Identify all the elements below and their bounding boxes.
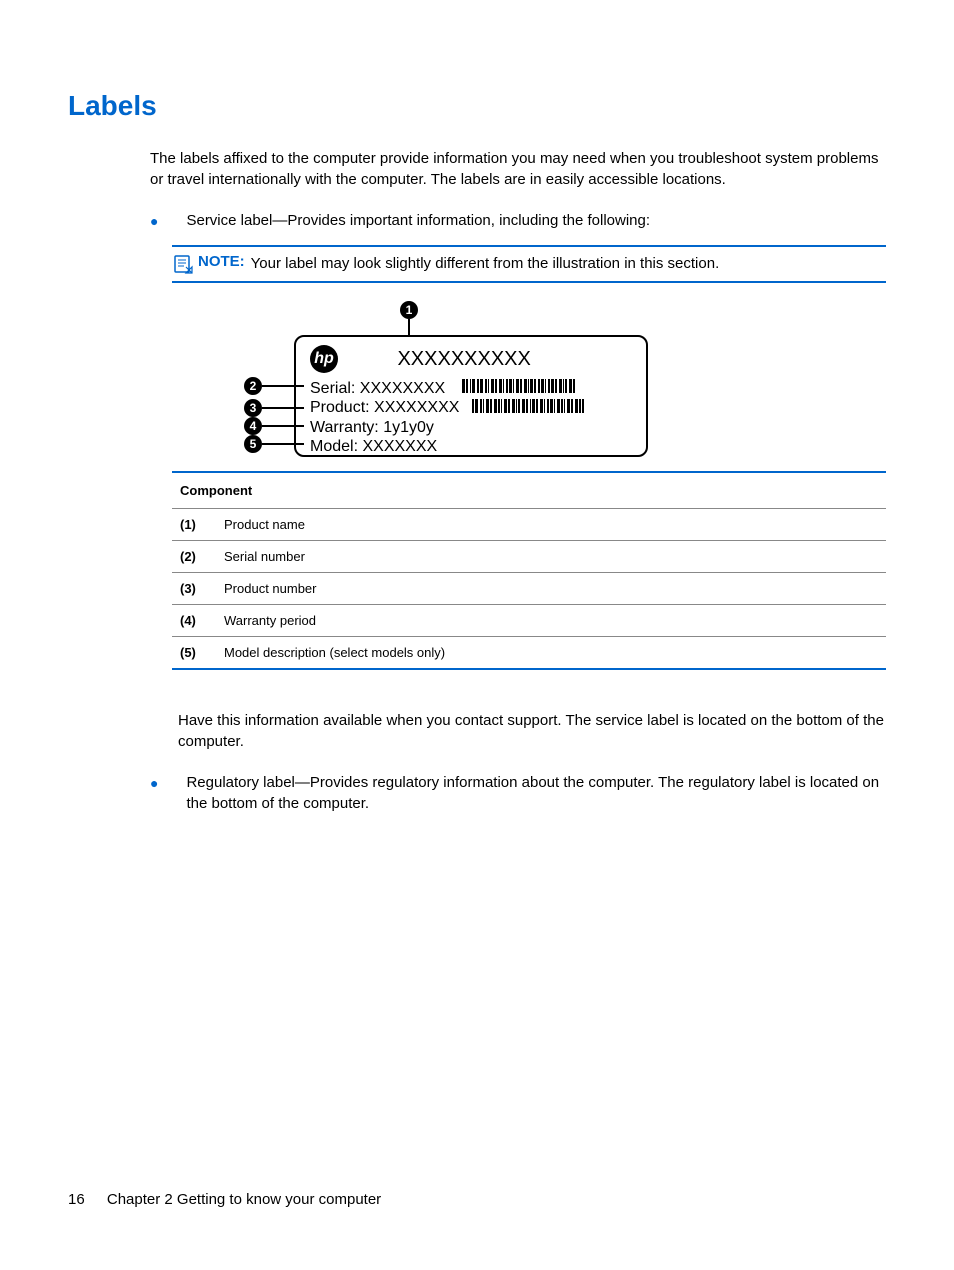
after-paragraph: Have this information available when you…	[178, 710, 886, 752]
table-row: (2) Serial number	[172, 541, 886, 573]
component-table: Component (1) Product name (2) Serial nu…	[172, 471, 886, 670]
label-warranty-line: Warranty: 1y1y0y	[310, 418, 584, 437]
table-row: (4) Warranty period	[172, 605, 886, 637]
bullet-item-service: ● Service label—Provides important infor…	[150, 210, 886, 231]
hp-logo-icon: hp	[310, 345, 338, 373]
intro-paragraph: The labels affixed to the computer provi…	[150, 148, 886, 190]
row-num: (4)	[172, 605, 216, 637]
barcode-icon	[472, 399, 584, 418]
chapter-title: Chapter 2 Getting to know your computer	[107, 1191, 381, 1208]
page-footer: 16 Chapter 2 Getting to know your comput…	[68, 1191, 381, 1208]
row-desc: Product number	[216, 573, 886, 605]
label-product-line: Product: XXXXXXXX	[310, 398, 584, 417]
bullet-item-regulatory: ● Regulatory label—Provides regulatory i…	[150, 772, 886, 814]
callout-5: 5	[244, 435, 262, 453]
row-num: (5)	[172, 637, 216, 670]
callout-1: 1	[400, 301, 418, 319]
bullet-dot-icon: ●	[150, 775, 158, 791]
label-product-name: XXXXXXXXXX	[397, 348, 530, 371]
callout-line	[408, 319, 410, 335]
row-desc: Product name	[216, 509, 886, 541]
row-num: (3)	[172, 573, 216, 605]
bullet-dot-icon: ●	[150, 213, 158, 229]
table-row: (1) Product name	[172, 509, 886, 541]
table-row: (5) Model description (select models onl…	[172, 637, 886, 670]
callout-3: 3	[244, 399, 262, 417]
note-box: NOTE: Your label may look slightly diffe…	[172, 245, 886, 283]
page-title: Labels	[68, 90, 886, 122]
row-num: (1)	[172, 509, 216, 541]
label-model-line: Model: XXXXXXX	[310, 437, 584, 456]
callout-4: 4	[244, 417, 262, 435]
note-text: Your label may look slightly different f…	[251, 253, 720, 274]
bullet-text: Service label—Provides important informa…	[186, 210, 650, 231]
label-serial-text: Serial: XXXXXXXX	[310, 380, 445, 397]
table-header: Component	[172, 472, 886, 509]
service-label-diagram: 1 2 3 4 5 hp XXXXXXXXXX Serial: XXXXXXXX…	[172, 301, 886, 465]
label-product-text: Product: XXXXXXXX	[310, 399, 459, 416]
table-row: (3) Product number	[172, 573, 886, 605]
label-serial-line: Serial: XXXXXXXX	[310, 379, 584, 398]
barcode-icon	[462, 379, 575, 398]
bullet-text: Regulatory label—Provides regulatory inf…	[186, 772, 886, 814]
row-num: (2)	[172, 541, 216, 573]
row-desc: Serial number	[216, 541, 886, 573]
note-label: NOTE:	[198, 253, 245, 270]
label-box: hp XXXXXXXXXX Serial: XXXXXXXX Product: …	[294, 335, 648, 457]
callout-2: 2	[244, 377, 262, 395]
row-desc: Warranty period	[216, 605, 886, 637]
note-icon	[172, 253, 194, 275]
page-number: 16	[68, 1191, 85, 1208]
row-desc: Model description (select models only)	[216, 637, 886, 670]
